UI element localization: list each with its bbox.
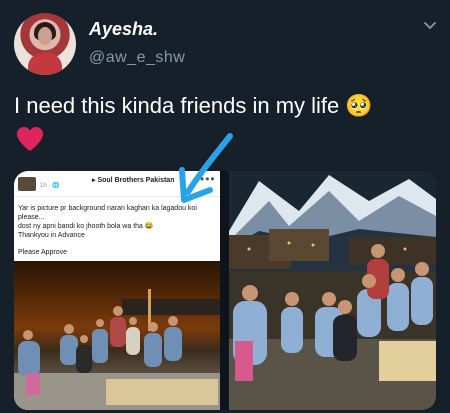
post-line: dost ny apni bandi ko jhooth bola wa tha… bbox=[18, 223, 154, 230]
blue-arrow-annotation bbox=[179, 133, 233, 203]
media-right-photo[interactable] bbox=[229, 171, 436, 410]
avatar[interactable] bbox=[14, 13, 76, 75]
user-handle[interactable]: @aw_e_shw bbox=[89, 49, 185, 67]
display-name[interactable]: Ayesha. bbox=[89, 19, 158, 40]
tweet-text: I need this kinda friends in my life 🥺 bbox=[14, 93, 373, 118]
post-page-name: ▸ Soul Brothers Pakistan bbox=[92, 177, 175, 184]
red-heart-icon bbox=[17, 127, 43, 151]
post-line: Thankyou in Advance bbox=[18, 232, 85, 239]
avatar-shirt bbox=[28, 53, 62, 75]
tweet-header: Ayesha. @aw_e_shw bbox=[0, 0, 450, 80]
mountain-group-photo bbox=[229, 171, 436, 410]
post-footer: Please Approve bbox=[18, 249, 68, 256]
post-line: please... bbox=[18, 214, 45, 221]
night-group-photo bbox=[14, 261, 220, 410]
chevron-down-icon[interactable] bbox=[422, 18, 438, 34]
post-avatar bbox=[18, 177, 36, 191]
night-scene-illustration bbox=[14, 261, 220, 410]
post-time: 1h · 🌐 bbox=[40, 183, 60, 189]
avatar-face bbox=[38, 27, 52, 45]
